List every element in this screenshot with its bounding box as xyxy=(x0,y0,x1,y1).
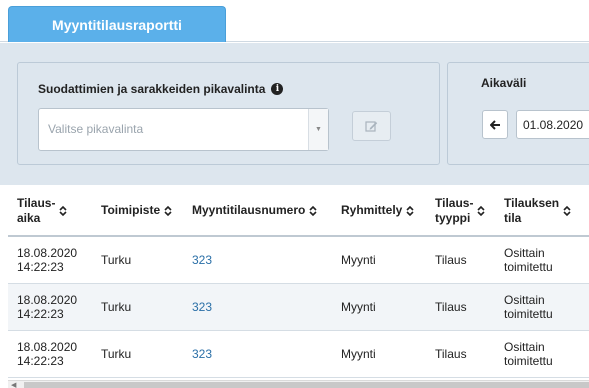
column-header-order-time[interactable]: Tilaus-aika xyxy=(8,186,92,237)
cell-order-number: 323 xyxy=(183,283,332,331)
sort-icon[interactable] xyxy=(477,205,486,217)
status-line1: Osittain xyxy=(504,339,545,354)
order-date: 18.08.2020 xyxy=(17,245,78,260)
cell-grouping: Myynti xyxy=(332,283,426,331)
cell-order-time: 18.08.2020 14:22:23 xyxy=(8,236,92,284)
header-line1: Tilaus- xyxy=(435,195,474,210)
cell-order-type: Tilaus xyxy=(426,283,495,331)
order-number-link[interactable]: 323 xyxy=(192,300,212,314)
filter-area: Suodattimien ja sarakkeiden pikavalinta … xyxy=(0,43,589,185)
tab-myyntitilausraportti[interactable]: Myyntitilausraportti xyxy=(8,6,226,42)
column-header-label: Tilaus-tyyppi xyxy=(435,196,473,226)
cell-order-time: 18.08.2020 14:22:23 xyxy=(8,283,92,331)
status-line2: toimitettu xyxy=(504,353,553,368)
status-line2: toimitettu xyxy=(504,306,553,321)
sort-icon[interactable] xyxy=(406,205,414,217)
pencil-square-icon xyxy=(365,121,378,132)
table-row[interactable]: 18.08.2020 14:22:23 Turku 323 Myynti Tila… xyxy=(8,236,589,284)
header-line2: tila xyxy=(504,210,522,225)
sort-icon[interactable] xyxy=(563,205,571,217)
cell-order-number: 323 xyxy=(183,330,332,378)
status-line2: toimitettu xyxy=(504,259,553,274)
column-header-label: Myyntitilausnumero xyxy=(192,203,306,217)
cell-location: Turku xyxy=(92,283,183,331)
order-time: 14:22:23 xyxy=(17,259,64,274)
order-time: 14:22:23 xyxy=(17,353,64,368)
status-line1: Osittain xyxy=(504,292,545,307)
order-time: 14:22:23 xyxy=(17,306,64,321)
column-header-label: Tilauksen tila xyxy=(504,196,559,226)
sort-icon[interactable] xyxy=(309,205,317,217)
cell-order-time: 18.08.2020 14:22:23 xyxy=(8,330,92,378)
column-header-order-type[interactable]: Tilaus-tyyppi xyxy=(426,186,495,237)
report-page: Myyntitilausraportti Suodattimien ja sar… xyxy=(0,0,589,388)
start-date-input[interactable]: 01.08.2020 xyxy=(516,110,589,139)
cell-location: Turku xyxy=(92,236,183,284)
scrollbar-thumb[interactable] xyxy=(24,382,589,388)
table-header-row: Tilaus-aika Toimipiste Myyntitilausnumer… xyxy=(8,186,589,237)
table-row[interactable]: 18.08.2020 14:22:23 Turku 323 Myynti Tila… xyxy=(8,283,589,331)
tab-bar: Myyntitilausraportti xyxy=(0,0,589,42)
cell-order-type: Tilaus xyxy=(426,330,495,378)
cell-order-type: Tilaus xyxy=(426,236,495,284)
date-range-panel: Aikaväli 01.08.2020 xyxy=(447,62,589,165)
quick-select-placeholder: Valitse pikavalinta xyxy=(48,122,144,136)
cell-order-status: Osittain toimitettu xyxy=(495,283,589,331)
order-date: 18.08.2020 xyxy=(17,292,78,307)
order-date: 18.08.2020 xyxy=(17,339,78,354)
date-range-title: Aikaväli xyxy=(481,76,527,90)
column-header-grouping[interactable]: Ryhmittely xyxy=(332,186,426,237)
header-line1: Tilauksen xyxy=(504,195,560,210)
edit-quick-select-button[interactable] xyxy=(352,111,391,141)
status-line1: Osittain xyxy=(504,245,545,260)
cell-grouping: Myynti xyxy=(332,330,426,378)
sort-icon[interactable] xyxy=(164,205,172,217)
quick-select-title-text: Suodattimien ja sarakkeiden pikavalinta xyxy=(38,82,266,96)
cell-grouping: Myynti xyxy=(332,236,426,284)
sort-icon[interactable] xyxy=(59,205,68,217)
horizontal-scrollbar[interactable]: ◀ xyxy=(8,380,589,388)
cell-order-status: Osittain toimitettu xyxy=(495,236,589,284)
column-header-order-number[interactable]: Myyntitilausnumero xyxy=(183,186,332,237)
header-line2: aika xyxy=(17,210,41,225)
cell-order-status: Osittain toimitettu xyxy=(495,330,589,378)
chevron-down-icon[interactable]: ▼ xyxy=(308,109,328,150)
quick-select-panel: Suodattimien ja sarakkeiden pikavalinta … xyxy=(17,62,440,165)
quick-select-title: Suodattimien ja sarakkeiden pikavalinta … xyxy=(38,82,284,96)
start-date-value: 01.08.2020 xyxy=(523,117,584,132)
table-row[interactable]: 18.08.2020 14:22:23 Turku 323 Myynti Tila… xyxy=(8,330,589,378)
column-header-label: Tilaus-aika xyxy=(17,196,55,226)
order-number-link[interactable]: 323 xyxy=(192,253,212,267)
column-header-label: Ryhmittely xyxy=(341,203,403,217)
cell-location: Turku xyxy=(92,330,183,378)
previous-period-button[interactable] xyxy=(482,110,508,139)
order-number-link[interactable]: 323 xyxy=(192,347,212,361)
column-header-label: Toimipiste xyxy=(101,203,161,217)
quick-select-dropdown[interactable]: Valitse pikavalinta ▼ xyxy=(38,108,329,151)
cell-order-number: 323 xyxy=(183,236,332,284)
scroll-left-icon[interactable]: ◀ xyxy=(11,381,21,388)
header-line1: Tilaus- xyxy=(17,195,56,210)
column-header-order-status[interactable]: Tilauksen tila xyxy=(495,186,589,237)
tab-label: Myyntitilausraportti xyxy=(52,16,182,33)
sales-order-table: Tilaus-aika Toimipiste Myyntitilausnumer… xyxy=(8,186,589,380)
info-icon[interactable]: i xyxy=(271,83,284,95)
header-line2: tyyppi xyxy=(435,210,471,225)
column-header-location[interactable]: Toimipiste xyxy=(92,186,183,237)
arrow-left-icon xyxy=(489,119,500,130)
